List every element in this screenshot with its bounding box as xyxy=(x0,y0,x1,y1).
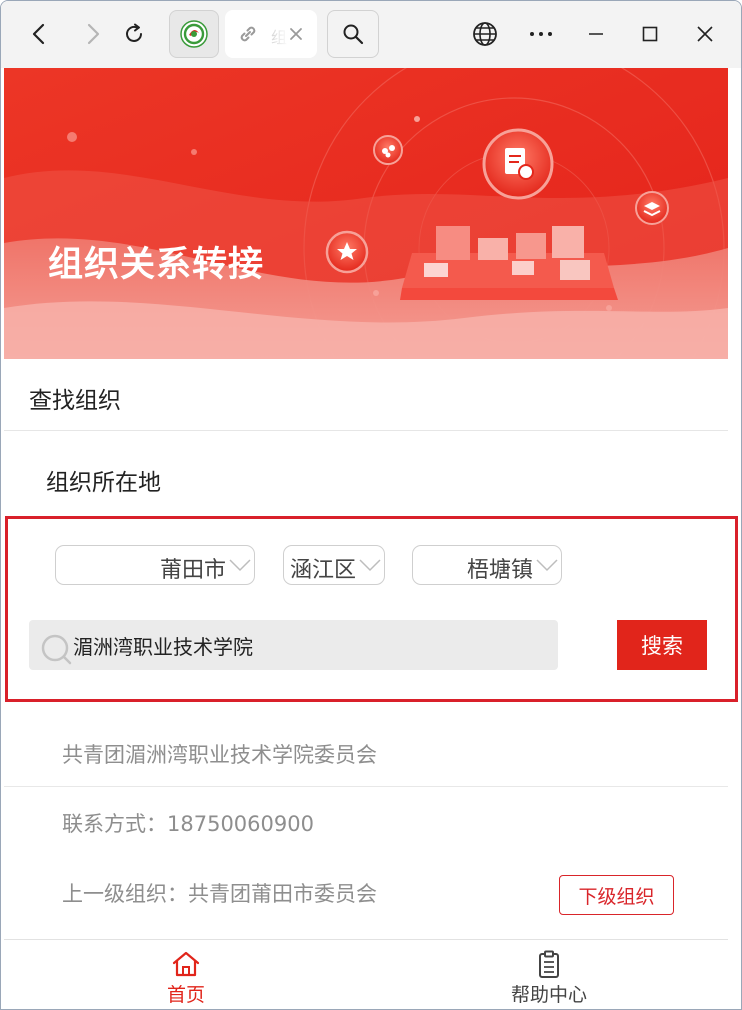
town-select-value: 梧塘镇 xyxy=(466,558,533,583)
nav-item-home[interactable]: 首页 xyxy=(116,946,256,1009)
nav-item-help[interactable]: 帮助中心 xyxy=(479,946,619,1009)
district-select[interactable]: 涵江区 xyxy=(283,545,385,585)
search-icon xyxy=(343,24,364,45)
active-tab[interactable]: 组 xyxy=(225,10,317,58)
result-org-name: 共青团湄洲湾职业技术学院委员会 xyxy=(62,743,377,767)
section-title: 查找组织 xyxy=(29,388,121,414)
browser-toolbar: 组 xyxy=(1,1,741,68)
banner-illustration xyxy=(4,68,728,359)
forward-arrow-icon xyxy=(87,23,100,45)
forward-button[interactable] xyxy=(73,13,113,55)
globe-icon xyxy=(473,22,497,46)
back-button[interactable] xyxy=(19,13,59,55)
hero-banner: 组织关系转接 xyxy=(4,68,728,359)
contact-info: 联系方式：18750060900 xyxy=(62,812,314,836)
maximize-icon xyxy=(642,26,658,42)
divider xyxy=(4,786,728,787)
minimize-button[interactable] xyxy=(576,13,616,55)
district-select-value: 涵江区 xyxy=(289,558,356,583)
parent-org: 上一级组织：共青团莆田市委员会 xyxy=(62,882,377,906)
site-logo-icon xyxy=(180,20,208,48)
divider xyxy=(4,430,728,431)
chevron-down-icon xyxy=(536,559,558,572)
city-select-value: 莆田市 xyxy=(159,558,226,583)
search-bar[interactable] xyxy=(29,620,558,670)
back-arrow-icon xyxy=(32,23,45,45)
tab-title-fade xyxy=(265,18,289,50)
banner-title: 组织关系转接 xyxy=(48,245,265,285)
nav-help-label: 帮助中心 xyxy=(510,984,587,1006)
nav-home-label: 首页 xyxy=(166,984,205,1006)
town-select[interactable]: 梧塘镇 xyxy=(412,545,562,585)
close-window-button[interactable] xyxy=(685,13,725,55)
minimize-icon xyxy=(589,33,603,35)
link-icon xyxy=(240,26,256,42)
maximize-button[interactable] xyxy=(630,13,670,55)
search-input[interactable] xyxy=(73,620,543,670)
refresh-icon xyxy=(126,23,142,42)
search-button[interactable]: 搜索 xyxy=(617,620,707,670)
language-button[interactable] xyxy=(465,13,505,55)
more-dots-icon xyxy=(530,32,552,36)
sub-org-button[interactable]: 下级组织 xyxy=(559,875,674,915)
more-button[interactable] xyxy=(521,13,561,55)
pinned-tab[interactable] xyxy=(169,10,219,58)
bottom-nav: 首页 帮助中心 xyxy=(4,939,728,1009)
chevron-down-icon xyxy=(359,559,381,572)
filter-highlight-box xyxy=(5,516,738,702)
search-icon xyxy=(41,634,72,665)
home-icon xyxy=(172,951,200,977)
close-icon xyxy=(697,26,713,42)
tab-search-button[interactable] xyxy=(327,10,379,58)
city-select[interactable]: 莆田市 xyxy=(55,545,255,585)
chevron-down-icon xyxy=(229,559,251,572)
location-label: 组织所在地 xyxy=(46,470,161,496)
close-tab-icon[interactable] xyxy=(289,27,303,41)
clipboard-icon xyxy=(539,950,559,978)
refresh-button[interactable] xyxy=(114,13,154,55)
browser-window: 组织关系转接 查找组织 组织所在地 莆田市 涵江区 梧塘镇 湄洲湾职业技术学院 … xyxy=(0,0,742,1010)
